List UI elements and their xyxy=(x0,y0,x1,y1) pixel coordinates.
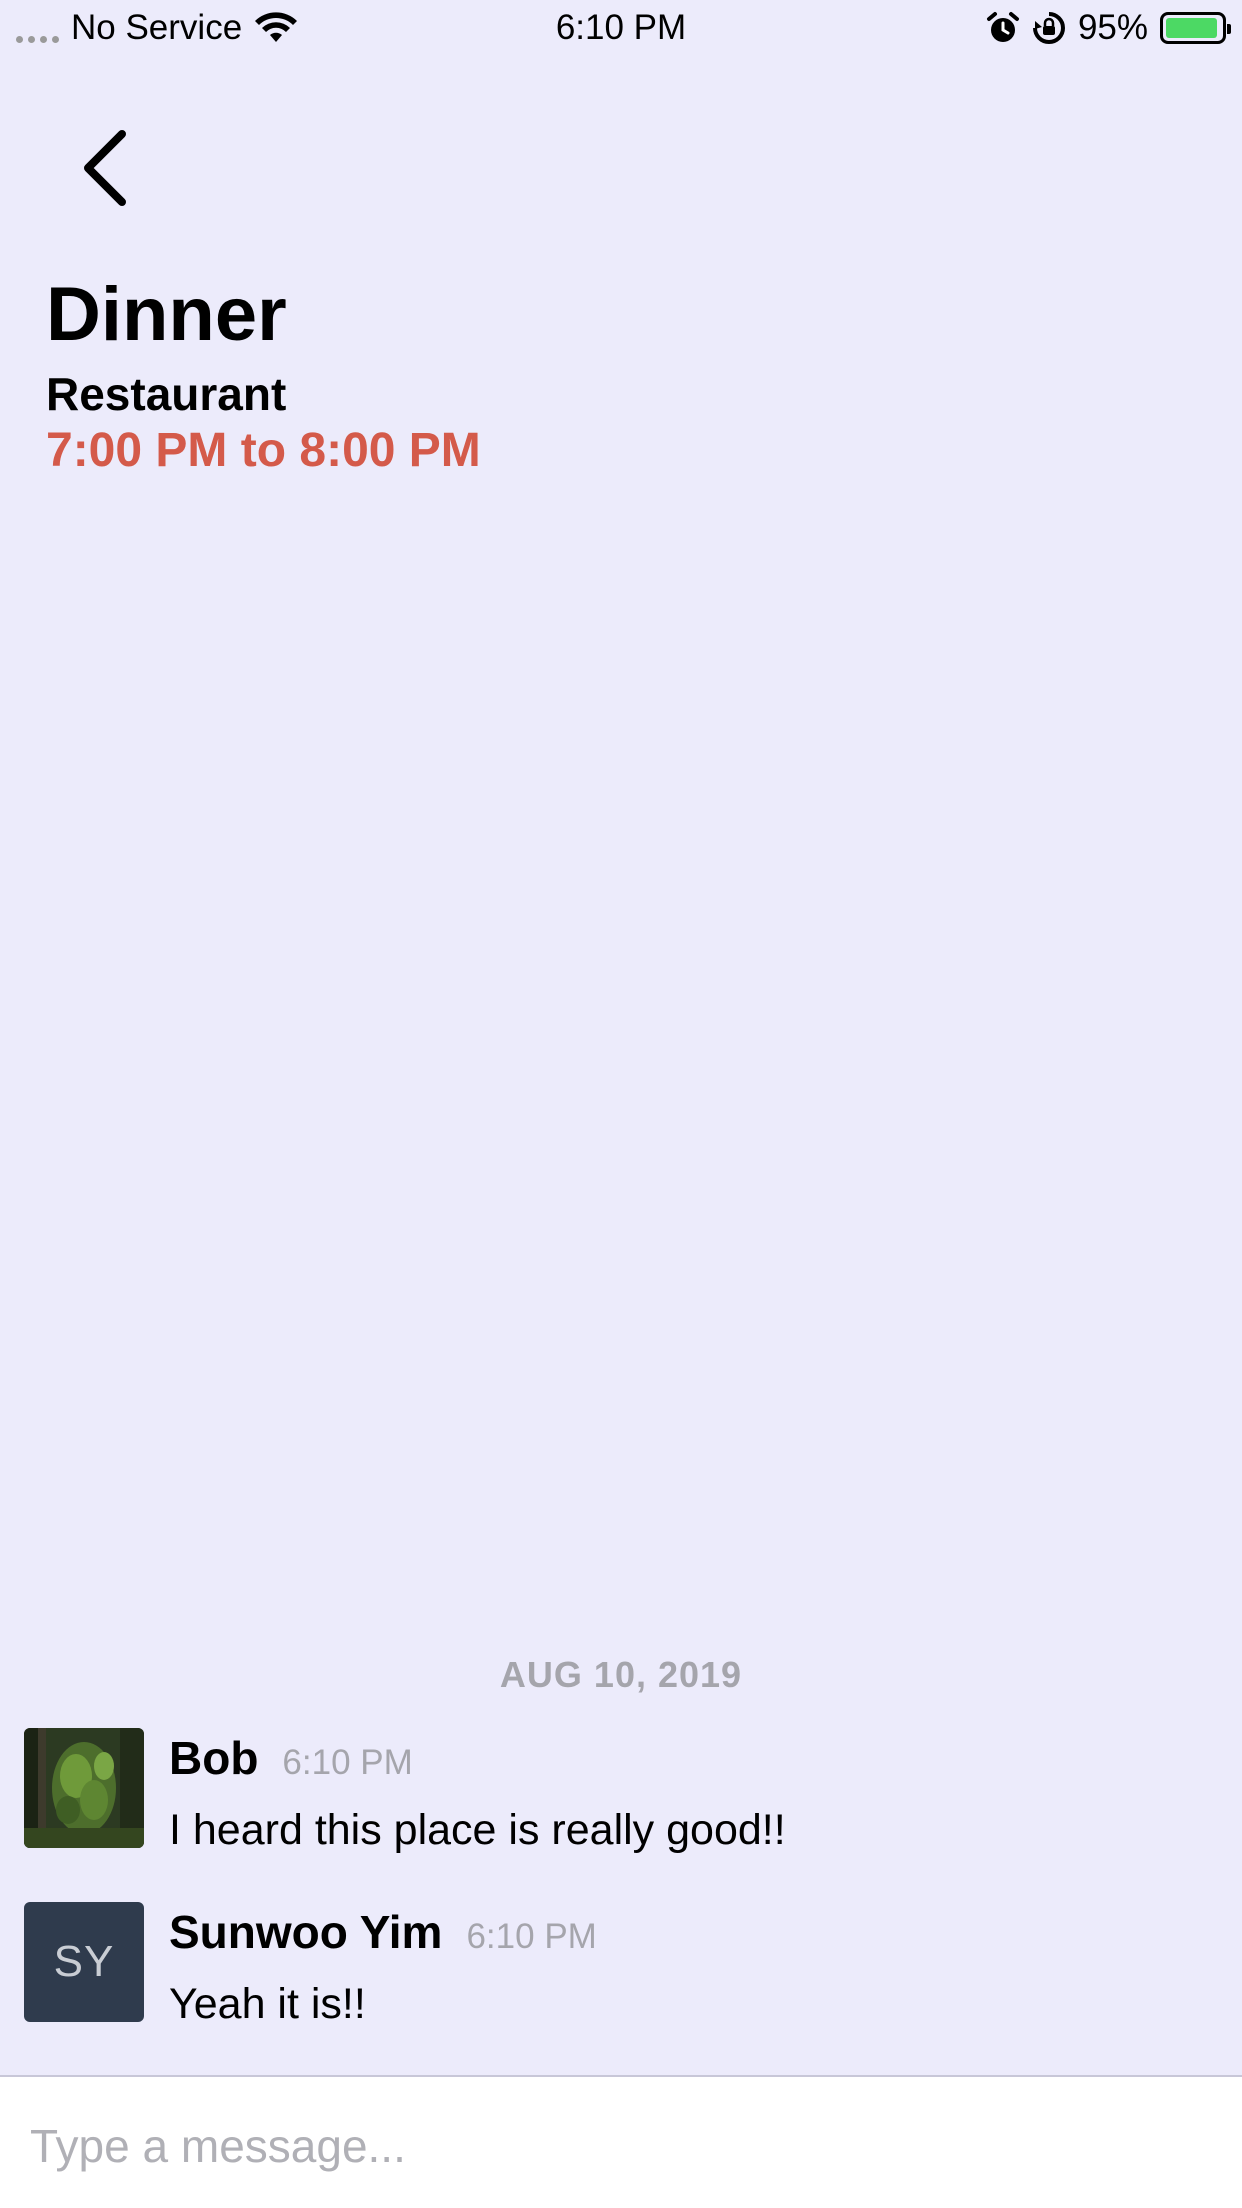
battery-icon xyxy=(1160,12,1231,44)
date-separator: AUG 10, 2019 xyxy=(499,1654,743,1695)
event-location: Restaurant xyxy=(46,368,287,420)
event-title: Dinner xyxy=(46,272,287,357)
avatar[interactable] xyxy=(24,1728,144,1848)
rotation-lock-icon xyxy=(1032,12,1065,44)
battery-fill xyxy=(1166,18,1218,38)
message-item: Bob 6:10 PM I heard this place is really … xyxy=(24,1728,1224,1854)
battery-percent: 95% xyxy=(1077,8,1148,47)
message-input[interactable] xyxy=(30,2111,1210,2181)
event-time-range: 7:00 PM to 8:00 PM xyxy=(46,424,481,477)
avatar-initials: SY xyxy=(53,1937,115,1986)
status-right: 95% xyxy=(986,8,1231,48)
chat-screen: No Service 6:10 PM 95% Dinner Restaurant… xyxy=(0,0,1242,2208)
sender-name[interactable]: Bob xyxy=(169,1732,258,1784)
back-button[interactable] xyxy=(70,120,150,220)
chevron-left-icon xyxy=(84,130,126,206)
status-bar: No Service 6:10 PM 95% xyxy=(0,0,1242,60)
message-text: Yeah it is!! xyxy=(169,1980,366,2028)
message-text: I heard this place is really good!! xyxy=(169,1806,786,1854)
message-header: Sunwoo Yim 6:10 PM xyxy=(169,1904,597,1965)
alarm-icon xyxy=(986,12,1019,42)
message-header: Bob 6:10 PM xyxy=(169,1730,413,1791)
message-composer xyxy=(0,2075,1242,2208)
message-time: 6:10 PM xyxy=(466,1917,597,1956)
message-item: SY Sunwoo Yim 6:10 PM Yeah it is!! xyxy=(24,1902,1224,2028)
sender-name[interactable]: Sunwoo Yim xyxy=(169,1906,442,1958)
avatar[interactable]: SY xyxy=(24,1902,144,2022)
message-time: 6:10 PM xyxy=(282,1743,413,1782)
forest-photo xyxy=(24,1728,144,1848)
